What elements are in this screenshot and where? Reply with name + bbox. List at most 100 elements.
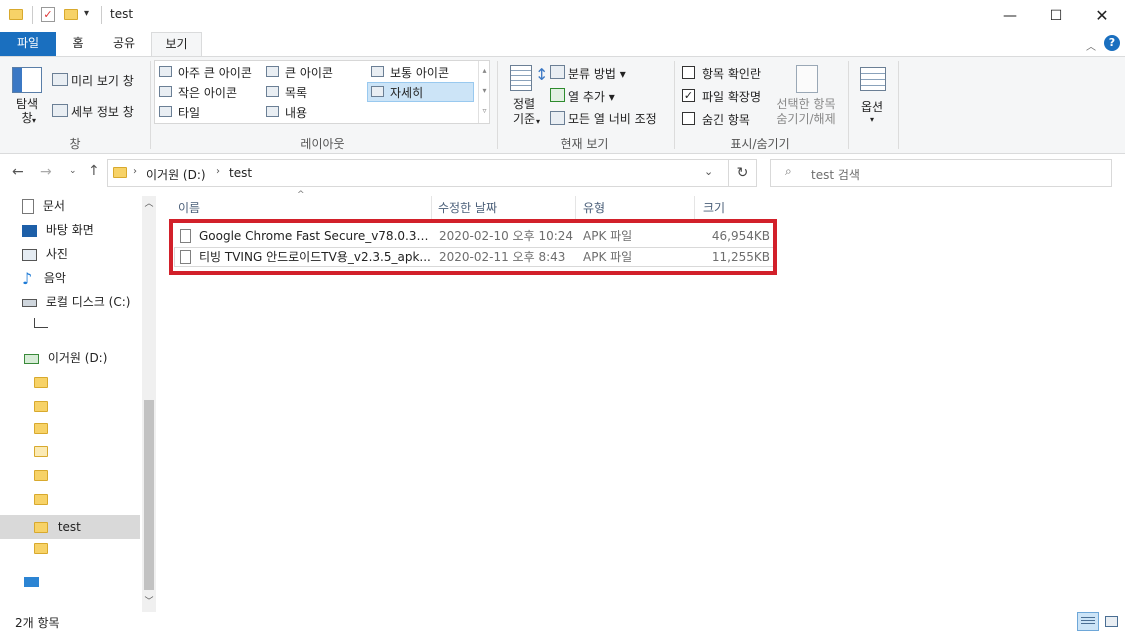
- large-icons-icon: [266, 66, 279, 77]
- help-icon[interactable]: ?: [1104, 35, 1120, 51]
- back-button[interactable]: ←: [12, 164, 24, 180]
- folder-icon[interactable]: [34, 470, 48, 481]
- layout-medium-icons[interactable]: 보통 아이콘: [390, 64, 449, 81]
- folder-icon: [113, 167, 127, 178]
- folder-icon[interactable]: [34, 543, 48, 554]
- item-count: 2개 항목: [15, 616, 60, 630]
- chevron-down-icon: ▾: [536, 117, 541, 126]
- tiles-icon: [159, 106, 172, 117]
- nav-pane-button[interactable]: 탐색 창: [14, 97, 40, 125]
- nav-item-label: 사진: [45, 247, 68, 261]
- address-bar[interactable]: › 이거원 (D:) › test ⌄: [107, 159, 729, 187]
- hide-selected-icon: [796, 65, 818, 93]
- scroll-down-button[interactable]: ﹀: [142, 594, 156, 610]
- hide-selected-button[interactable]: 선택한 항목 숨기기/해제: [770, 97, 842, 127]
- details-view-button[interactable]: [1077, 612, 1099, 631]
- scroll-up-button[interactable]: ︿: [142, 196, 156, 212]
- layout-tiles[interactable]: 타일: [178, 104, 200, 121]
- layout-small-icons[interactable]: 작은 아이콘: [178, 84, 237, 101]
- extra-large-icons-icon: [159, 66, 172, 77]
- details-icon: [371, 86, 384, 97]
- minimize-button[interactable]: —: [987, 0, 1033, 31]
- nav-item-drive-d[interactable]: 이거원 (D:): [24, 347, 107, 369]
- nav-scrollbar[interactable]: ︿ ﹀: [142, 196, 156, 612]
- options-icon: [860, 67, 886, 91]
- gallery-scroll[interactable]: ▴ ▾ ▿: [478, 61, 490, 123]
- forward-button[interactable]: →: [40, 164, 52, 180]
- breadcrumb-drive[interactable]: 이거원 (D:): [146, 166, 206, 183]
- details-pane-button[interactable]: 세부 정보 창: [71, 103, 134, 120]
- status-bar: 2개 항목: [0, 612, 1125, 634]
- search-box[interactable]: ⌕ test 검색: [770, 159, 1112, 187]
- layout-extra-large-icons[interactable]: 아주 큰 아이콘: [178, 64, 252, 81]
- drive-icon: [24, 353, 39, 364]
- nav-item-label: test: [57, 520, 81, 534]
- layout-details[interactable]: 자세히: [390, 84, 423, 101]
- maximize-button[interactable]: ☐: [1033, 0, 1079, 31]
- preview-pane-button[interactable]: 미리 보기 창: [71, 72, 134, 89]
- folder-icon[interactable]: [34, 446, 48, 457]
- tab-share[interactable]: 공유: [102, 32, 146, 56]
- column-header-name[interactable]: 이름: [172, 196, 432, 220]
- recent-locations-button[interactable]: ⌄: [69, 166, 77, 176]
- new-folder-icon[interactable]: [64, 9, 78, 20]
- nav-item-pictures[interactable]: 사진: [22, 243, 68, 265]
- group-label-pane: 창: [69, 137, 81, 151]
- nav-item-local-disk-c[interactable]: 로컬 디스크 (C:): [22, 291, 130, 313]
- nav-item-music[interactable]: ♪ 음악: [22, 267, 66, 289]
- nav-pane-icon[interactable]: [12, 67, 42, 93]
- tab-view[interactable]: 보기: [151, 32, 202, 56]
- small-icons-icon: [159, 86, 172, 97]
- sort-arrow-icon: ↕: [535, 65, 549, 84]
- address-dropdown-icon[interactable]: ⌄: [704, 165, 713, 178]
- column-header-type[interactable]: 유형: [577, 196, 695, 220]
- add-column-icon: [550, 88, 565, 102]
- list-icon: [266, 86, 279, 97]
- layout-content[interactable]: 내용: [285, 104, 307, 121]
- customize-toolbar-icon[interactable]: ▾: [84, 8, 89, 19]
- folder-icon: [9, 9, 23, 20]
- folder-icon[interactable]: [34, 423, 48, 434]
- close-button[interactable]: ✕: [1079, 0, 1125, 31]
- refresh-button[interactable]: ↻: [729, 159, 757, 187]
- nav-item-label: 이거원 (D:): [47, 351, 108, 365]
- scroll-thumb[interactable]: [144, 400, 154, 590]
- column-header-size[interactable]: 크기: [697, 196, 777, 220]
- hidden-items-label: 숨긴 항목: [702, 113, 750, 127]
- up-button[interactable]: ↑: [88, 163, 100, 179]
- desktop-icon: [22, 224, 37, 237]
- search-input[interactable]: test 검색: [811, 166, 860, 183]
- column-header-date[interactable]: 수정한 날짜: [432, 196, 576, 220]
- tab-file[interactable]: 파일: [0, 32, 56, 56]
- network-icon[interactable]: [24, 577, 39, 587]
- nav-item-documents[interactable]: 문서: [22, 195, 65, 217]
- folder-icon[interactable]: [34, 377, 48, 388]
- divider: [848, 61, 849, 149]
- title-bar: ✓ ▾ test — ☐ ✕: [0, 0, 1125, 32]
- add-column-button[interactable]: 열 추가 ▾: [568, 88, 615, 105]
- ribbon-collapse-icon[interactable]: ︿: [1086, 38, 1096, 53]
- folder-icon: [34, 522, 48, 533]
- folder-icon[interactable]: [34, 494, 48, 505]
- content-icon: [266, 106, 279, 117]
- nav-item-desktop[interactable]: 바탕 화면: [22, 219, 94, 241]
- folder-icon[interactable]: [34, 401, 48, 412]
- group-by-button[interactable]: 분류 방법 ▾: [568, 65, 626, 82]
- breadcrumb-separator: ›: [216, 166, 220, 177]
- breadcrumb-folder[interactable]: test: [229, 166, 252, 180]
- options-button[interactable]: 옵션: [861, 98, 883, 115]
- nav-item-test[interactable]: test: [34, 516, 81, 538]
- tab-home[interactable]: 홈: [60, 32, 96, 56]
- properties-icon[interactable]: ✓: [41, 7, 55, 22]
- layout-large-icons[interactable]: 큰 아이콘: [285, 64, 333, 81]
- fit-columns-button[interactable]: 모든 열 너비 조정: [568, 110, 657, 127]
- pictures-icon: [22, 248, 37, 261]
- layout-list[interactable]: 목록: [285, 84, 307, 101]
- item-checkboxes-checkbox[interactable]: [682, 66, 695, 79]
- hidden-items-checkbox[interactable]: [682, 112, 695, 125]
- large-icons-view-button[interactable]: [1102, 613, 1121, 630]
- item-checkboxes-label: 항목 확인란: [702, 67, 762, 81]
- documents-icon: [22, 199, 34, 214]
- file-extensions-checkbox[interactable]: ✓: [682, 89, 695, 102]
- preview-pane-icon: [52, 73, 68, 86]
